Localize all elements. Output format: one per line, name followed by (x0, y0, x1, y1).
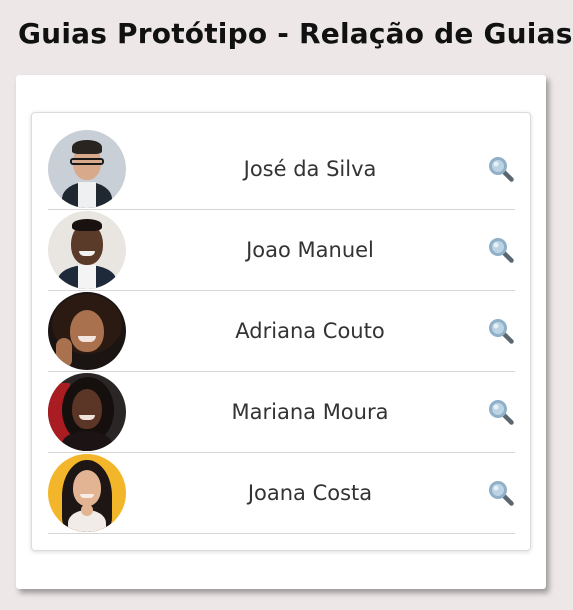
search-icon[interactable] (487, 155, 515, 183)
search-icon[interactable] (487, 236, 515, 264)
guides-list: José da Silva Joao Manuel Adriana Couto … (48, 129, 515, 534)
avatar (48, 211, 126, 289)
guide-name: José da Silva (243, 157, 377, 181)
list-item: Adriana Couto (48, 291, 515, 372)
avatar (48, 130, 126, 208)
page-title: Guias Protótipo - Relação de Guias (18, 17, 573, 50)
guide-name: Joana Costa (247, 481, 373, 505)
guide-name: Adriana Couto (235, 319, 385, 343)
guide-name: Mariana Moura (231, 400, 389, 424)
search-icon[interactable] (487, 398, 515, 426)
search-icon[interactable] (487, 317, 515, 345)
guides-panel: José da Silva Joao Manuel Adriana Couto … (16, 75, 546, 589)
guides-list-card: José da Silva Joao Manuel Adriana Couto … (31, 112, 531, 551)
search-icon[interactable] (487, 479, 515, 507)
list-item: Mariana Moura (48, 372, 515, 453)
guide-name: Joao Manuel (246, 238, 374, 262)
list-item: Joana Costa (48, 453, 515, 534)
avatar (48, 454, 126, 532)
avatar (48, 292, 126, 370)
list-item: Joao Manuel (48, 210, 515, 291)
list-item: José da Silva (48, 129, 515, 210)
avatar (48, 373, 126, 451)
